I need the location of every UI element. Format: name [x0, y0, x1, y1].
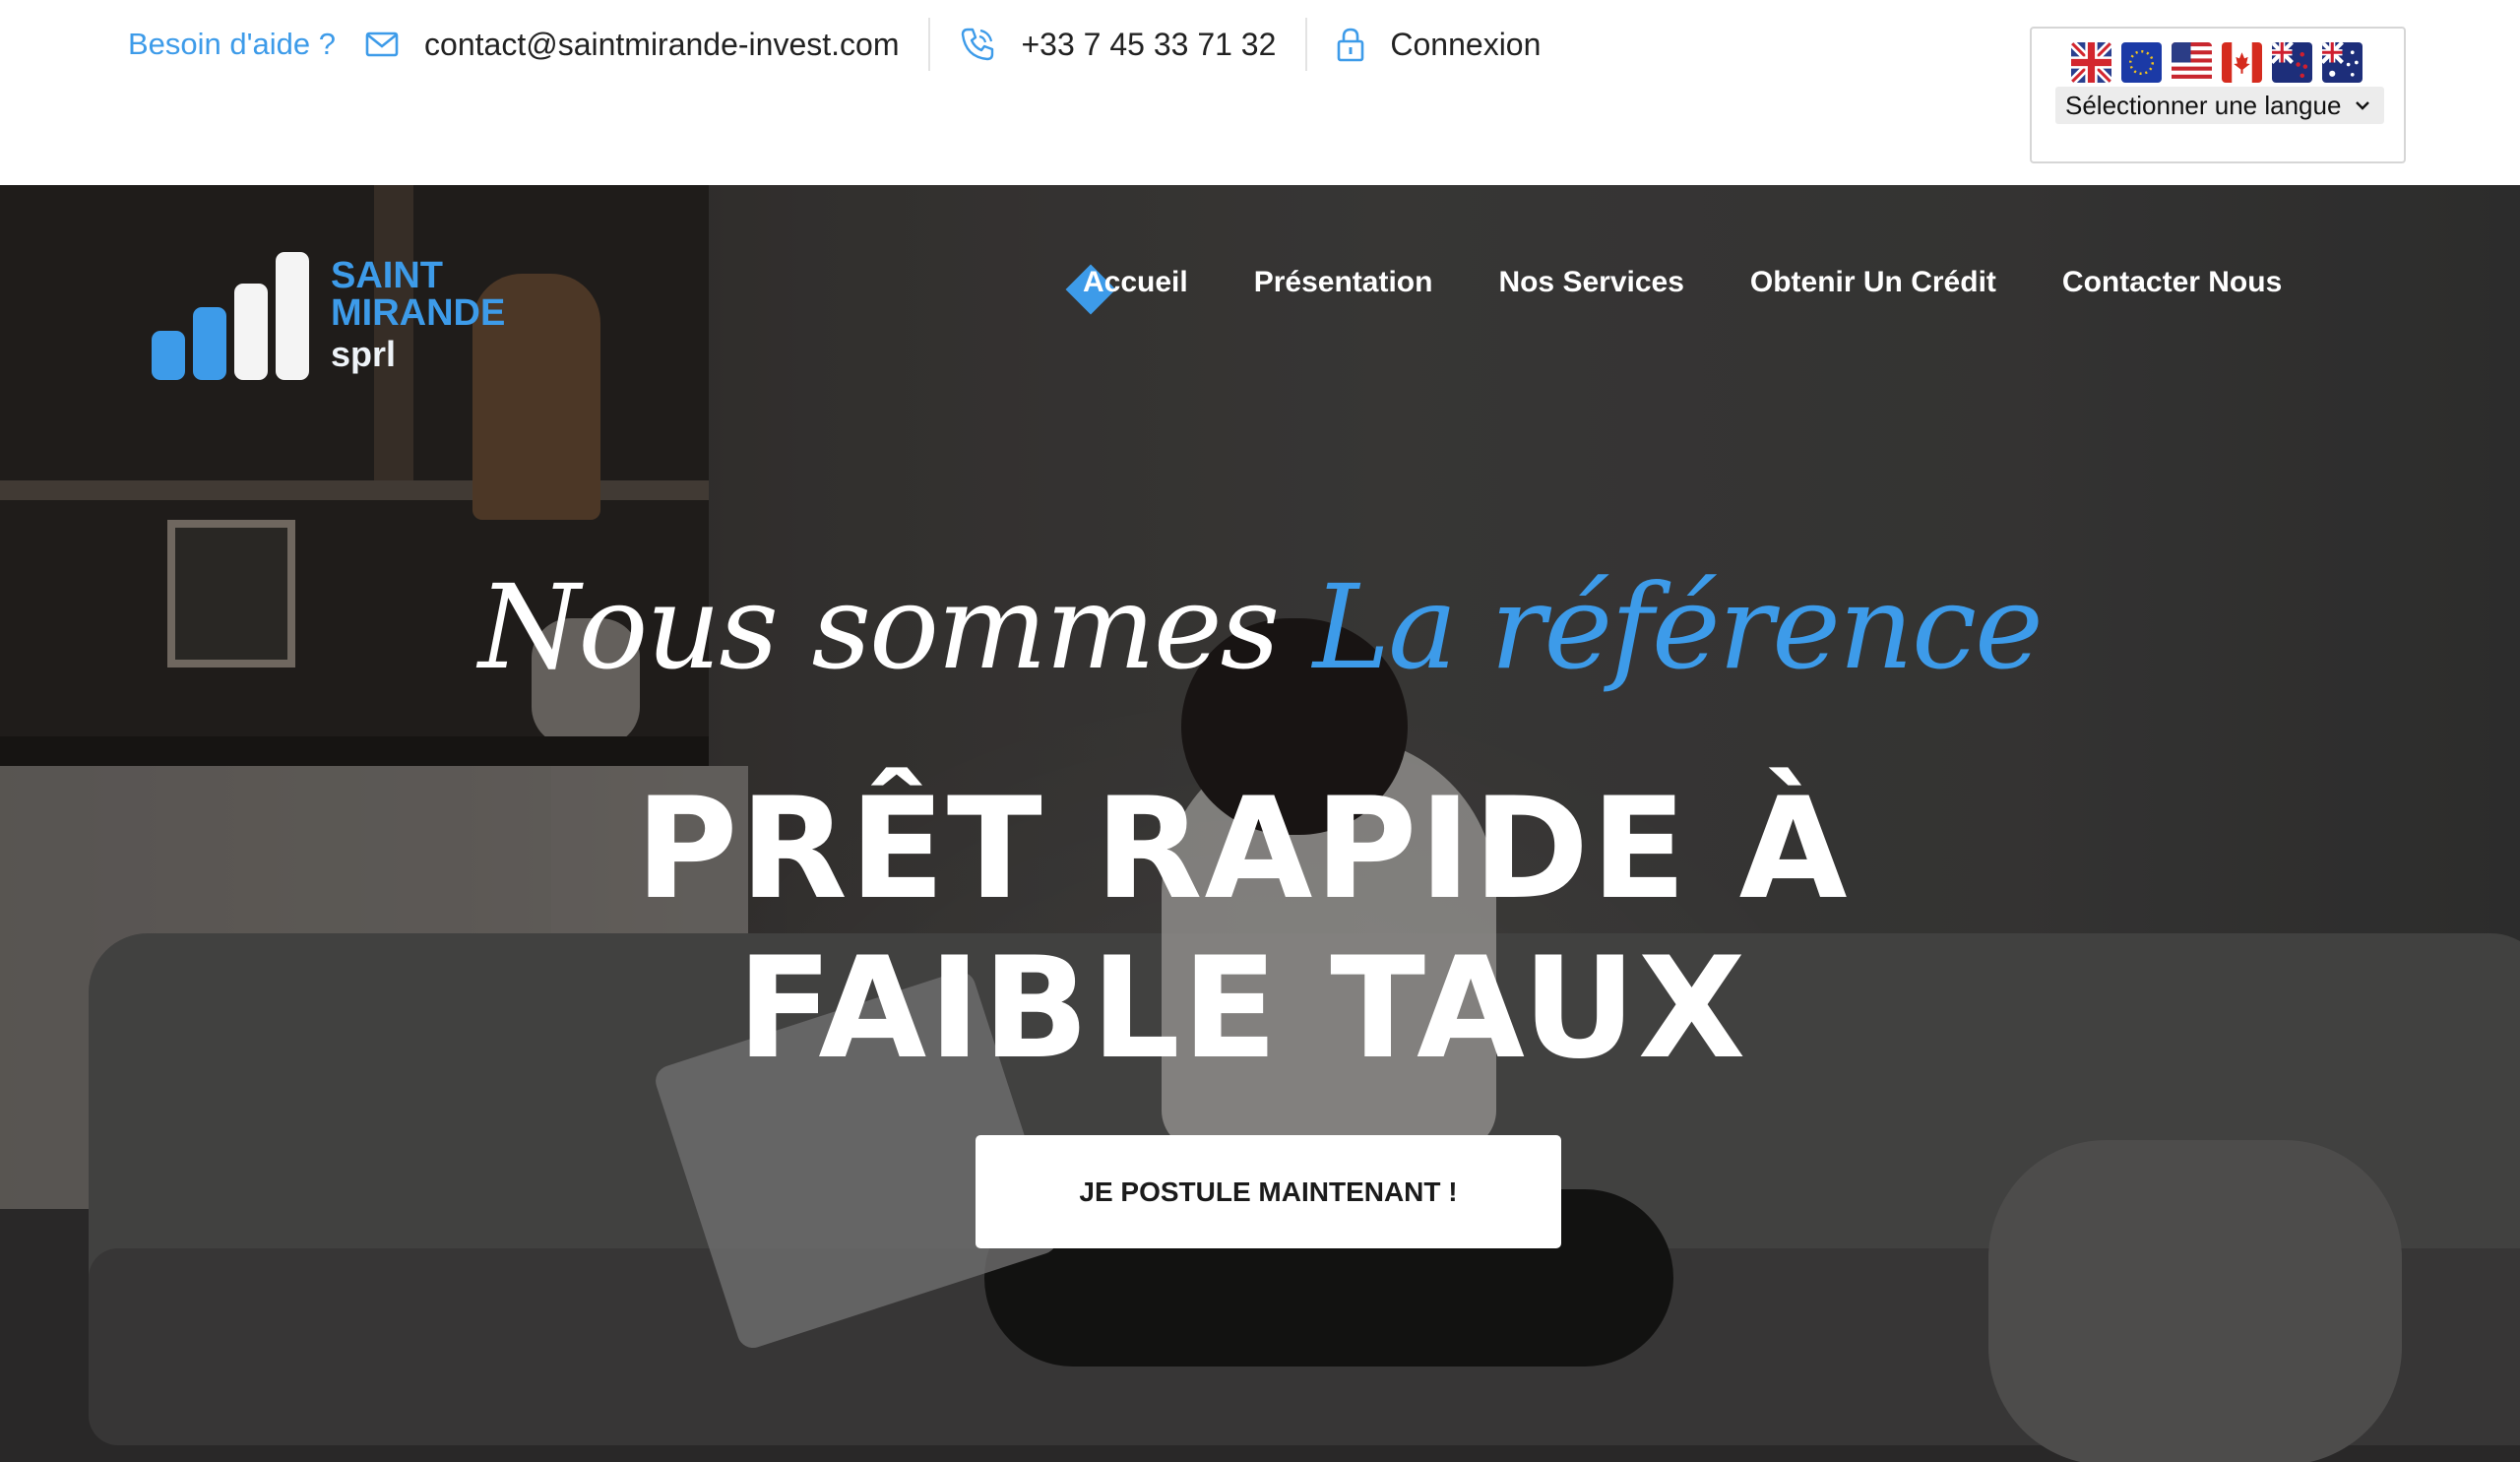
phone-text: +33 7 45 33 71 32	[1021, 26, 1277, 62]
language-selector-box: Sélectionner une langue	[2030, 27, 2406, 163]
flag-row	[2071, 42, 2362, 83]
apply-now-button[interactable]: JE POSTULE MAINTENANT !	[976, 1135, 1561, 1248]
email-link[interactable]: contact@saintmirande-invest.com	[365, 27, 899, 63]
new-zealand-flag-icon[interactable]	[2272, 42, 2312, 83]
logo-line-1: SAINT	[331, 255, 443, 296]
logo-bar	[276, 252, 309, 380]
phone-link[interactable]: +33 7 45 33 71 32	[960, 27, 1276, 63]
logo-line-3: sprl	[331, 334, 397, 374]
logo-bar	[234, 284, 268, 380]
divider	[928, 18, 931, 71]
login-link[interactable]: Connexion	[1337, 27, 1541, 63]
help-text: Besoin d'aide ?	[128, 27, 337, 61]
logo-line-2: MIRANDE	[331, 292, 506, 334]
tagline-accent: La référence	[1312, 559, 2044, 695]
hero-tagline: Nous sommes La référence	[0, 559, 2520, 695]
top-bar: Besoin d'aide ? contact@saintmirande-inv…	[0, 0, 2520, 185]
divider	[1305, 18, 1308, 71]
email-text: contact@saintmirande-invest.com	[424, 26, 900, 62]
eu-flag-icon[interactable]	[2121, 42, 2162, 83]
nav-item-credit[interactable]: Obtenir Un Crédit	[1750, 266, 1996, 299]
lock-icon	[1338, 28, 1364, 62]
language-select-label: Sélectionner une langue	[2065, 90, 2342, 120]
nav-item-services[interactable]: Nos Services	[1498, 266, 1683, 299]
phone-icon	[962, 28, 994, 61]
chevron-down-icon	[2356, 101, 2370, 110]
canada-flag-icon[interactable]	[2222, 42, 2262, 83]
logo-bar	[152, 331, 185, 380]
nav-item-label: Nos Services	[1498, 266, 1684, 298]
uk-flag-icon[interactable]	[2071, 42, 2111, 83]
logo[interactable]: SAINT MIRANDE sprl	[148, 252, 541, 413]
nav-item-label: Obtenir Un Crédit	[1749, 266, 1996, 298]
nav-item-accueil[interactable]: Accueil	[1065, 264, 1188, 315]
australia-flag-icon[interactable]	[2322, 42, 2362, 83]
nav-item-label: Contacter Nous	[2061, 266, 2283, 298]
nav-item-contact[interactable]: Contacter Nous	[2062, 266, 2282, 299]
us-flag-icon[interactable]	[2172, 42, 2212, 83]
login-text: Connexion	[1390, 26, 1542, 62]
language-select[interactable]: Sélectionner une langue	[2055, 87, 2384, 124]
contact-row: Besoin d'aide ? contact@saintmirande-inv…	[128, 18, 1541, 71]
logo-bar	[193, 307, 226, 380]
headline-line-2: FAIBLE TAUX	[736, 927, 1748, 1090]
mail-icon	[365, 32, 399, 57]
nav-item-label: Présentation	[1253, 266, 1433, 298]
main-nav: Accueil Présentation Nos Services Obteni…	[1065, 264, 2282, 315]
tagline-text: Nous sommes	[478, 559, 1280, 695]
hero-section: SAINT MIRANDE sprl Accueil Présentation …	[0, 185, 2520, 1462]
nav-item-presentation[interactable]: Présentation	[1254, 266, 1433, 299]
headline-line-1: PRÊT RAPIDE À	[635, 768, 1850, 930]
nav-item-label: Accueil	[1083, 266, 1188, 298]
